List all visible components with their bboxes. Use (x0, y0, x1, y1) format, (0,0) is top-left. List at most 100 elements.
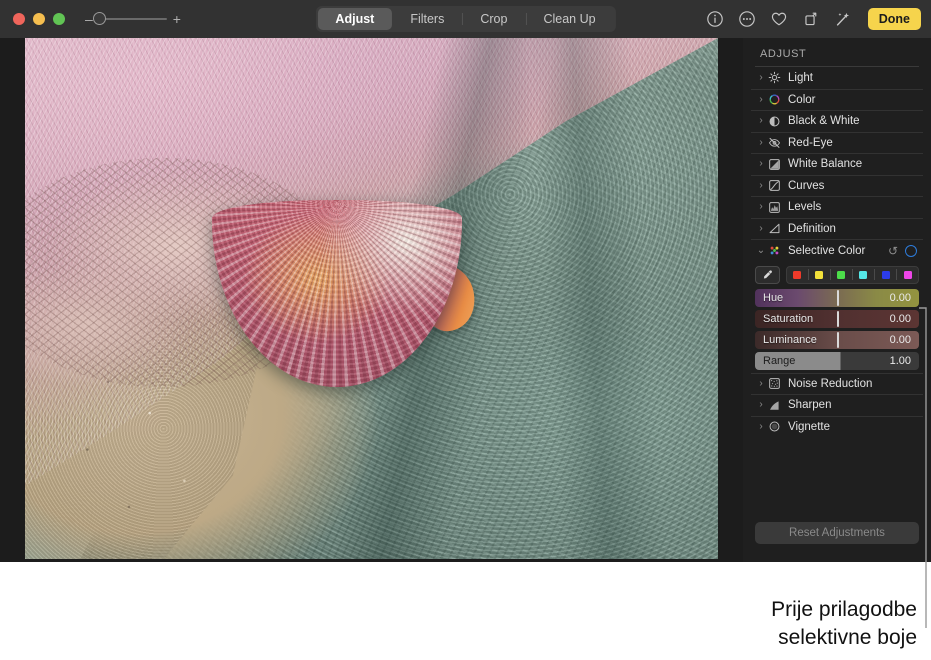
noise-reduction-icon (767, 377, 781, 391)
caption-line-2: selektivne boje (778, 625, 917, 649)
slider-label: Range (763, 354, 796, 367)
eyedropper-icon[interactable] (755, 265, 780, 284)
chevron-right-icon[interactable]: › (755, 180, 767, 191)
chevron-right-icon[interactable]: › (755, 94, 767, 105)
sidebar-item-label: Black & White (788, 115, 860, 128)
sidebar-item-light[interactable]: › Light (751, 67, 923, 89)
tab-clean-up[interactable]: Clean Up (525, 8, 613, 30)
slider-label: Hue (763, 291, 784, 304)
chevron-right-icon[interactable]: › (755, 137, 767, 148)
sidebar-item-label: Vignette (788, 420, 830, 433)
blue-ring-toggle[interactable] (905, 244, 917, 257)
shell-growth-lines (212, 199, 462, 388)
slider-saturation[interactable]: Saturation 0.00 (755, 309, 919, 328)
tab-filters[interactable]: Filters (392, 8, 462, 30)
swatch-magenta[interactable] (903, 270, 912, 279)
zoom-out-icon[interactable]: – (85, 12, 93, 26)
sidebar-item-black-and-white[interactable]: › Black & White (751, 110, 923, 132)
slider-value: 1.00 (889, 354, 911, 367)
slider-knob[interactable] (837, 289, 839, 306)
color-wheel-icon (767, 93, 781, 107)
selective-color-swatches[interactable] (786, 265, 919, 284)
chevron-right-icon[interactable]: › (755, 378, 767, 389)
definition-icon (767, 222, 781, 236)
chevron-down-icon[interactable]: ⌄ (755, 245, 767, 256)
zoom-in-icon[interactable]: + (173, 12, 181, 26)
slider-hue[interactable]: Hue 0.00 (755, 288, 919, 307)
sidebar-item-label: Levels (788, 201, 822, 214)
zoom-slider-group[interactable]: – + (85, 12, 181, 26)
sidebar-item-curves[interactable]: › Curves (751, 174, 923, 197)
more-options-icon[interactable] (738, 10, 756, 28)
slider-luminance[interactable]: Luminance 0.00 (755, 330, 919, 349)
slider-value: 0.00 (889, 333, 911, 346)
sidebar-item-label: Red-Eye (788, 136, 833, 149)
edit-mode-tabs[interactable]: Adjust Filters Crop Clean Up (315, 6, 616, 32)
sidebar-item-vignette[interactable]: › Vignette (751, 415, 923, 438)
sidebar-item-label: Color (788, 93, 816, 106)
done-button[interactable]: Done (867, 8, 921, 30)
photo-canvas (0, 38, 743, 562)
brightness-icon (767, 71, 781, 85)
curves-icon (767, 179, 781, 193)
swatch-divider (896, 269, 898, 280)
slider-range[interactable]: Range 1.00 (755, 351, 919, 370)
slider-label: Saturation (763, 312, 814, 325)
photos-editor-window: – + Adjust Filters Crop Clean Up Done AD… (0, 0, 931, 562)
chevron-right-icon[interactable]: › (755, 116, 767, 126)
chevron-right-icon[interactable]: › (755, 72, 767, 83)
sidebar-item-color[interactable]: › Color (751, 88, 923, 111)
chevron-right-icon[interactable]: › (755, 202, 767, 212)
swatch-yellow[interactable] (815, 270, 824, 279)
sidebar-item-sharpen[interactable]: › Sharpen (751, 394, 923, 416)
minimize-button[interactable] (33, 13, 45, 25)
window-controls[interactable] (13, 13, 65, 25)
zoom-slider-track[interactable] (92, 12, 167, 25)
zoom-slider-knob[interactable] (92, 12, 106, 25)
sidebar-item-selective-color[interactable]: ⌄ Selective Color ↺ (751, 240, 923, 262)
info-icon[interactable] (706, 10, 724, 28)
swatch-cyan[interactable] (859, 270, 868, 279)
sidebar-item-white-balance[interactable]: › White Balance (751, 153, 923, 175)
sidebar-item-label: Sharpen (788, 399, 832, 412)
swatch-green[interactable] (837, 270, 846, 279)
photo-image[interactable] (25, 38, 718, 559)
chevron-right-icon[interactable]: › (755, 159, 767, 169)
rotate-icon[interactable] (802, 10, 820, 28)
tab-crop[interactable]: Crop (462, 8, 525, 30)
favorite-icon[interactable] (770, 10, 788, 28)
swatch-divider (873, 269, 875, 280)
caption: Prije prilagodbe selektivne boje (617, 596, 917, 652)
swatch-blue[interactable] (881, 270, 890, 279)
sidebar-item-definition[interactable]: › Definition (751, 217, 923, 240)
chevron-right-icon[interactable]: › (755, 223, 767, 234)
contrast-icon (767, 114, 781, 128)
chevron-right-icon[interactable]: › (755, 421, 767, 432)
color-swatch-row (751, 262, 923, 289)
adjust-sidebar: ADJUST › Light › Color › Black & White ›… (743, 38, 931, 562)
zoom-button[interactable] (53, 13, 65, 25)
selective-color-icon (767, 244, 781, 258)
sidebar-item-label: Definition (788, 222, 836, 235)
chevron-right-icon[interactable]: › (755, 400, 767, 410)
scallop-shell (212, 199, 481, 388)
sidebar-item-noise-reduction[interactable]: › Noise Reduction (751, 372, 923, 395)
caption-line-1: Prije prilagodbe (771, 597, 917, 621)
tab-adjust[interactable]: Adjust (317, 8, 393, 30)
close-button[interactable] (13, 13, 25, 25)
reset-arrow-icon[interactable]: ↺ (888, 245, 898, 257)
sidebar-title: ADJUST (760, 48, 807, 60)
white-balance-icon (767, 157, 781, 171)
sidebar-item-levels[interactable]: › Levels (751, 196, 923, 218)
toolbar-actions: Done (706, 0, 921, 38)
eye-slash-icon (767, 136, 781, 150)
reset-adjustments-button[interactable]: Reset Adjustments (755, 522, 919, 544)
slider-knob[interactable] (837, 310, 839, 327)
auto-enhance-icon[interactable] (834, 10, 852, 28)
sidebar-item-red-eye[interactable]: › Red-Eye (751, 131, 923, 154)
vignette-icon (767, 420, 781, 434)
slider-value: 0.00 (889, 312, 911, 325)
swatch-red[interactable] (793, 270, 802, 279)
slider-knob[interactable] (837, 331, 839, 348)
slider-value: 0.00 (889, 291, 911, 304)
